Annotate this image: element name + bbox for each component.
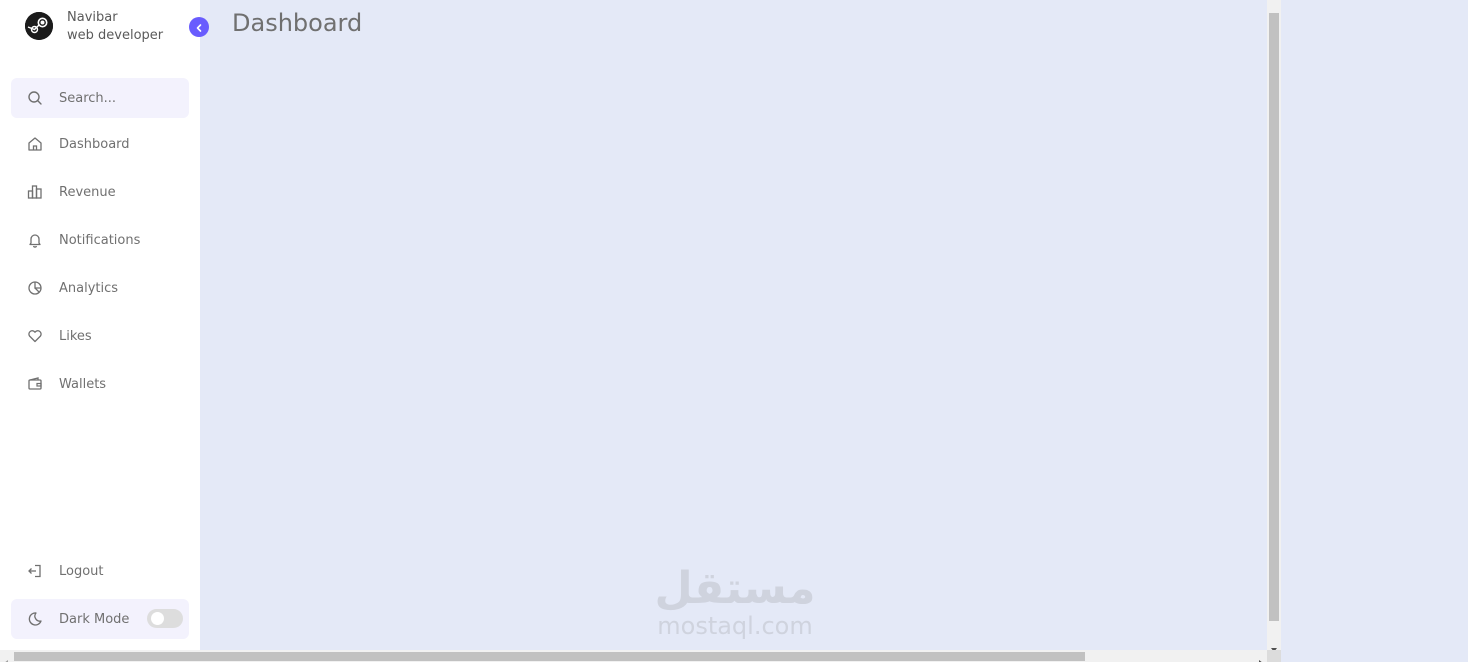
watermark-arabic: مستقل [654,563,816,614]
pie-chart-icon [27,280,43,300]
watermark-logo: مستقل mostaql.com [640,562,830,652]
bell-icon [27,232,43,252]
sidebar-item-analytics[interactable]: Analytics [11,268,189,308]
dark-mode-row: Dark Mode [11,599,189,639]
collapse-sidebar-button[interactable] [189,17,209,37]
sidebar-item-label: Dashboard [59,137,130,152]
sidebar-item-dashboard[interactable]: Dashboard [11,124,189,164]
chevron-left-icon [194,18,204,37]
vertical-scrollbar[interactable] [1267,0,1281,652]
bar-chart-icon [27,184,43,204]
sidebar-item-label: Likes [59,329,92,344]
sidebar-item-label: Wallets [59,377,107,392]
home-icon [27,136,43,156]
scroll-left-arrow-icon[interactable] [3,652,9,662]
dark-mode-label: Dark Mode [59,612,130,627]
horizontal-scrollbar[interactable] [0,650,1281,662]
sidebar-menu: Dashboard Revenue Notifications Analytic… [11,124,189,412]
wallet-icon [27,376,43,396]
search-box[interactable] [11,78,189,118]
horizontal-scroll-thumb[interactable] [14,652,1085,661]
watermark-latin: mostaql.com [657,612,813,640]
brand-name: Navibar [67,10,118,25]
sidebar-item-label: Revenue [59,185,116,200]
vertical-scroll-thumb[interactable] [1269,13,1279,621]
logout-button[interactable]: Logout [11,551,189,591]
sidebar-item-label: Analytics [59,281,119,296]
steam-logo-icon [25,12,53,40]
logout-label: Logout [59,564,104,579]
sidebar-item-notifications[interactable]: Notifications [11,220,189,260]
sidebar-item-likes[interactable]: Likes [11,316,189,356]
scrollbar-corner [1267,650,1281,662]
moon-icon [27,611,43,631]
page-title: Dashboard [232,9,363,37]
search-icon [27,90,43,110]
dark-mode-toggle[interactable] [147,609,183,628]
sidebar-item-label: Notifications [59,233,141,248]
brand-role: web developer [67,28,164,43]
sidebar: Navibar web developer Dashboard Revenue … [0,0,200,650]
sidebar-item-revenue[interactable]: Revenue [11,172,189,212]
sidebar-bottom: Logout Dark Mode [11,551,189,639]
sidebar-header: Navibar web developer [0,0,200,60]
search-input[interactable] [59,88,179,108]
scroll-right-arrow-icon[interactable] [1258,652,1264,662]
sidebar-item-wallets[interactable]: Wallets [11,364,189,404]
heart-icon [27,328,43,348]
toggle-knob [151,612,164,625]
logout-icon [27,563,43,583]
